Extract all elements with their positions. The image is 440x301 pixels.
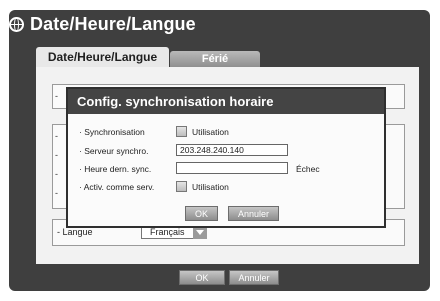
server-label-text: Serveur synchro. [84, 146, 149, 156]
server-input[interactable]: 203.248.240.140 [176, 144, 288, 156]
as-server-checkbox[interactable] [176, 181, 187, 192]
dialog-cancel-button[interactable]: Annuler [228, 206, 279, 221]
dialog-title: Config. synchronisation horaire [68, 89, 384, 114]
sync-checkbox[interactable] [176, 126, 187, 137]
sync-label: · Synchronisation [79, 127, 145, 137]
row-dash: - [55, 169, 58, 179]
tab-date-heure-langue[interactable]: Date/Heure/Langue [36, 47, 169, 67]
globe-icon [9, 16, 24, 32]
row-dash: - [55, 150, 58, 160]
sync-checkbox-label: Utilisation [192, 127, 229, 137]
cancel-button[interactable]: Annuler [229, 270, 279, 285]
sync-label-text: Synchronisation [84, 127, 145, 137]
as-server-label-text: Activ. comme serv. [83, 182, 155, 192]
last-sync-label-text: Heure dern. sync. [84, 164, 152, 174]
row-dash: - [55, 131, 58, 141]
language-label-text: Langue [62, 227, 93, 237]
time-sync-dialog: Config. synchronisation horaire · Synchr… [66, 87, 386, 228]
tab-ferie[interactable]: Férié [170, 51, 260, 67]
window-title: Date/Heure/Langue [30, 13, 196, 34]
row-dash: - [55, 188, 58, 198]
language-value: Français [150, 227, 185, 237]
as-server-label: · Activ. comme serv. [79, 182, 155, 192]
row-dash: - [55, 91, 58, 101]
last-sync-label: · Heure dern. sync. [79, 164, 152, 174]
ok-button[interactable]: OK [179, 270, 225, 285]
as-server-checkbox-label: Utilisation [192, 182, 229, 192]
server-label: · Serveur synchro. [79, 146, 149, 156]
window-header: Date/Heure/Langue [9, 13, 196, 35]
dialog-ok-button[interactable]: OK [185, 206, 218, 221]
sync-status: Échec [296, 164, 320, 174]
last-sync-field [176, 162, 288, 174]
language-label: - Langue [57, 227, 93, 237]
